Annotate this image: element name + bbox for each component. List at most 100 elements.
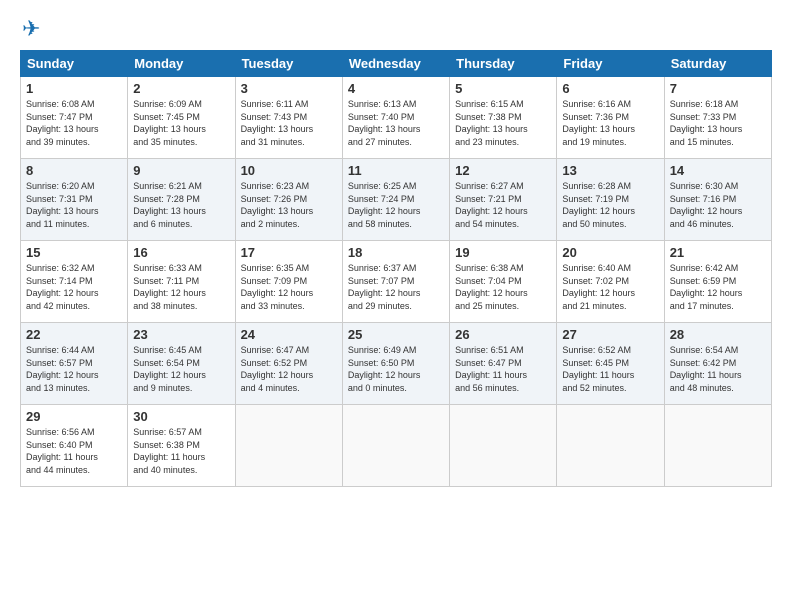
day-number: 18: [348, 245, 444, 260]
table-row: 25 Sunrise: 6:49 AMSunset: 6:50 PMDaylig…: [342, 323, 449, 405]
col-thursday: Thursday: [450, 51, 557, 77]
table-row: 16 Sunrise: 6:33 AMSunset: 7:11 PMDaylig…: [128, 241, 235, 323]
day-number: 23: [133, 327, 229, 342]
day-detail: Sunrise: 6:23 AMSunset: 7:26 PMDaylight:…: [241, 181, 314, 229]
day-detail: Sunrise: 6:09 AMSunset: 7:45 PMDaylight:…: [133, 99, 206, 147]
day-number: 8: [26, 163, 122, 178]
table-row: 29 Sunrise: 6:56 AMSunset: 6:40 PMDaylig…: [21, 405, 128, 487]
day-detail: Sunrise: 6:28 AMSunset: 7:19 PMDaylight:…: [562, 181, 635, 229]
day-detail: Sunrise: 6:33 AMSunset: 7:11 PMDaylight:…: [133, 263, 206, 311]
day-detail: Sunrise: 6:16 AMSunset: 7:36 PMDaylight:…: [562, 99, 635, 147]
table-row: 28 Sunrise: 6:54 AMSunset: 6:42 PMDaylig…: [664, 323, 771, 405]
table-row: [664, 405, 771, 487]
calendar-week-row: 22 Sunrise: 6:44 AMSunset: 6:57 PMDaylig…: [21, 323, 772, 405]
day-number: 10: [241, 163, 337, 178]
table-row: [342, 405, 449, 487]
calendar-week-row: 8 Sunrise: 6:20 AMSunset: 7:31 PMDayligh…: [21, 159, 772, 241]
table-row: 20 Sunrise: 6:40 AMSunset: 7:02 PMDaylig…: [557, 241, 664, 323]
day-detail: Sunrise: 6:08 AMSunset: 7:47 PMDaylight:…: [26, 99, 99, 147]
calendar-week-row: 15 Sunrise: 6:32 AMSunset: 7:14 PMDaylig…: [21, 241, 772, 323]
col-sunday: Sunday: [21, 51, 128, 77]
day-number: 19: [455, 245, 551, 260]
day-detail: Sunrise: 6:42 AMSunset: 6:59 PMDaylight:…: [670, 263, 743, 311]
day-number: 7: [670, 81, 766, 96]
day-number: 11: [348, 163, 444, 178]
day-number: 17: [241, 245, 337, 260]
day-number: 24: [241, 327, 337, 342]
table-row: [557, 405, 664, 487]
col-wednesday: Wednesday: [342, 51, 449, 77]
table-row: 24 Sunrise: 6:47 AMSunset: 6:52 PMDaylig…: [235, 323, 342, 405]
table-row: 27 Sunrise: 6:52 AMSunset: 6:45 PMDaylig…: [557, 323, 664, 405]
day-detail: Sunrise: 6:51 AMSunset: 6:47 PMDaylight:…: [455, 345, 527, 393]
day-number: 22: [26, 327, 122, 342]
day-detail: Sunrise: 6:40 AMSunset: 7:02 PMDaylight:…: [562, 263, 635, 311]
table-row: 5 Sunrise: 6:15 AMSunset: 7:38 PMDayligh…: [450, 77, 557, 159]
calendar-page: ✈ Sunday Monday Tuesday Wednesday Thursd…: [0, 0, 792, 612]
table-row: 26 Sunrise: 6:51 AMSunset: 6:47 PMDaylig…: [450, 323, 557, 405]
table-row: 10 Sunrise: 6:23 AMSunset: 7:26 PMDaylig…: [235, 159, 342, 241]
table-row: 2 Sunrise: 6:09 AMSunset: 7:45 PMDayligh…: [128, 77, 235, 159]
table-row: 18 Sunrise: 6:37 AMSunset: 7:07 PMDaylig…: [342, 241, 449, 323]
day-detail: Sunrise: 6:27 AMSunset: 7:21 PMDaylight:…: [455, 181, 528, 229]
logo: ✈: [20, 16, 40, 42]
table-row: 8 Sunrise: 6:20 AMSunset: 7:31 PMDayligh…: [21, 159, 128, 241]
table-row: 9 Sunrise: 6:21 AMSunset: 7:28 PMDayligh…: [128, 159, 235, 241]
day-number: 15: [26, 245, 122, 260]
day-detail: Sunrise: 6:56 AMSunset: 6:40 PMDaylight:…: [26, 427, 98, 475]
table-row: 11 Sunrise: 6:25 AMSunset: 7:24 PMDaylig…: [342, 159, 449, 241]
day-detail: Sunrise: 6:32 AMSunset: 7:14 PMDaylight:…: [26, 263, 99, 311]
day-detail: Sunrise: 6:30 AMSunset: 7:16 PMDaylight:…: [670, 181, 743, 229]
table-row: [235, 405, 342, 487]
day-detail: Sunrise: 6:54 AMSunset: 6:42 PMDaylight:…: [670, 345, 742, 393]
day-number: 2: [133, 81, 229, 96]
day-number: 26: [455, 327, 551, 342]
day-detail: Sunrise: 6:52 AMSunset: 6:45 PMDaylight:…: [562, 345, 634, 393]
day-number: 9: [133, 163, 229, 178]
col-monday: Monday: [128, 51, 235, 77]
calendar-week-row: 1 Sunrise: 6:08 AMSunset: 7:47 PMDayligh…: [21, 77, 772, 159]
day-number: 28: [670, 327, 766, 342]
table-row: [450, 405, 557, 487]
day-detail: Sunrise: 6:38 AMSunset: 7:04 PMDaylight:…: [455, 263, 528, 311]
day-number: 3: [241, 81, 337, 96]
logo-bird-icon: ✈: [22, 16, 40, 42]
day-detail: Sunrise: 6:47 AMSunset: 6:52 PMDaylight:…: [241, 345, 314, 393]
day-number: 1: [26, 81, 122, 96]
day-detail: Sunrise: 6:45 AMSunset: 6:54 PMDaylight:…: [133, 345, 206, 393]
table-row: 3 Sunrise: 6:11 AMSunset: 7:43 PMDayligh…: [235, 77, 342, 159]
table-row: 23 Sunrise: 6:45 AMSunset: 6:54 PMDaylig…: [128, 323, 235, 405]
day-number: 6: [562, 81, 658, 96]
day-number: 20: [562, 245, 658, 260]
day-detail: Sunrise: 6:11 AMSunset: 7:43 PMDaylight:…: [241, 99, 314, 147]
col-saturday: Saturday: [664, 51, 771, 77]
day-number: 4: [348, 81, 444, 96]
table-row: 12 Sunrise: 6:27 AMSunset: 7:21 PMDaylig…: [450, 159, 557, 241]
table-row: 17 Sunrise: 6:35 AMSunset: 7:09 PMDaylig…: [235, 241, 342, 323]
day-detail: Sunrise: 6:13 AMSunset: 7:40 PMDaylight:…: [348, 99, 421, 147]
header-row: Sunday Monday Tuesday Wednesday Thursday…: [21, 51, 772, 77]
table-row: 15 Sunrise: 6:32 AMSunset: 7:14 PMDaylig…: [21, 241, 128, 323]
day-number: 14: [670, 163, 766, 178]
day-detail: Sunrise: 6:25 AMSunset: 7:24 PMDaylight:…: [348, 181, 421, 229]
day-number: 16: [133, 245, 229, 260]
table-row: 6 Sunrise: 6:16 AMSunset: 7:36 PMDayligh…: [557, 77, 664, 159]
day-detail: Sunrise: 6:20 AMSunset: 7:31 PMDaylight:…: [26, 181, 99, 229]
table-row: 4 Sunrise: 6:13 AMSunset: 7:40 PMDayligh…: [342, 77, 449, 159]
table-row: 13 Sunrise: 6:28 AMSunset: 7:19 PMDaylig…: [557, 159, 664, 241]
day-detail: Sunrise: 6:37 AMSunset: 7:07 PMDaylight:…: [348, 263, 421, 311]
day-detail: Sunrise: 6:35 AMSunset: 7:09 PMDaylight:…: [241, 263, 314, 311]
table-row: 7 Sunrise: 6:18 AMSunset: 7:33 PMDayligh…: [664, 77, 771, 159]
table-row: 14 Sunrise: 6:30 AMSunset: 7:16 PMDaylig…: [664, 159, 771, 241]
calendar-week-row: 29 Sunrise: 6:56 AMSunset: 6:40 PMDaylig…: [21, 405, 772, 487]
day-detail: Sunrise: 6:44 AMSunset: 6:57 PMDaylight:…: [26, 345, 99, 393]
col-tuesday: Tuesday: [235, 51, 342, 77]
col-friday: Friday: [557, 51, 664, 77]
table-row: 1 Sunrise: 6:08 AMSunset: 7:47 PMDayligh…: [21, 77, 128, 159]
day-detail: Sunrise: 6:57 AMSunset: 6:38 PMDaylight:…: [133, 427, 205, 475]
day-number: 29: [26, 409, 122, 424]
table-row: 22 Sunrise: 6:44 AMSunset: 6:57 PMDaylig…: [21, 323, 128, 405]
header: ✈: [20, 16, 772, 42]
day-detail: Sunrise: 6:21 AMSunset: 7:28 PMDaylight:…: [133, 181, 206, 229]
table-row: 19 Sunrise: 6:38 AMSunset: 7:04 PMDaylig…: [450, 241, 557, 323]
